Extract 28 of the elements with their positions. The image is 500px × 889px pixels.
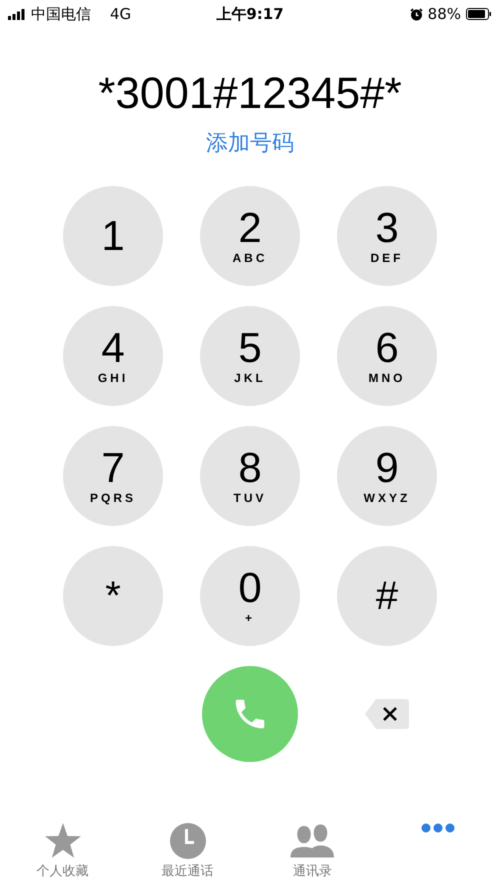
dial-key[interactable]: 8 TUV <box>200 426 300 526</box>
add-number-button[interactable]: 添加号码 <box>206 128 294 158</box>
dial-key[interactable]: 2 ABC <box>200 186 300 286</box>
alarm-icon <box>410 8 423 20</box>
battery-icon <box>466 8 492 20</box>
dial-key[interactable]: 6 MNO <box>337 306 437 406</box>
dial-key[interactable]: 3 DEF <box>337 186 437 286</box>
dial-key[interactable]: 7 PQRS <box>63 426 163 526</box>
dial-key[interactable]: * <box>63 546 163 646</box>
contacts-icon <box>288 823 336 859</box>
carrier-name: 中国电信 <box>31 4 91 24</box>
dial-key[interactable]: 5 JKL <box>200 306 300 406</box>
dialed-number: *3001#12345#* <box>97 68 403 120</box>
dial-key[interactable]: # <box>337 546 437 646</box>
dial-key[interactable]: 4 GHI <box>63 306 163 406</box>
keypad-icon <box>420 823 454 833</box>
signal-icon <box>8 8 26 20</box>
dial-key[interactable]: 1 <box>63 186 163 286</box>
battery-percent: 88% <box>428 5 461 23</box>
dial-key[interactable]: 0 + <box>200 546 300 646</box>
network-type: 4G <box>110 5 132 23</box>
dial-key[interactable]: 9 WXYZ <box>337 426 437 526</box>
tab[interactable]: 个人收藏 <box>0 823 125 889</box>
clock-time: 上午9:17 <box>216 4 284 24</box>
tab[interactable]: 通讯录 <box>250 823 375 889</box>
tab[interactable]: 最近通话 <box>125 823 250 889</box>
delete-icon[interactable] <box>364 698 410 730</box>
star-icon <box>44 823 82 859</box>
